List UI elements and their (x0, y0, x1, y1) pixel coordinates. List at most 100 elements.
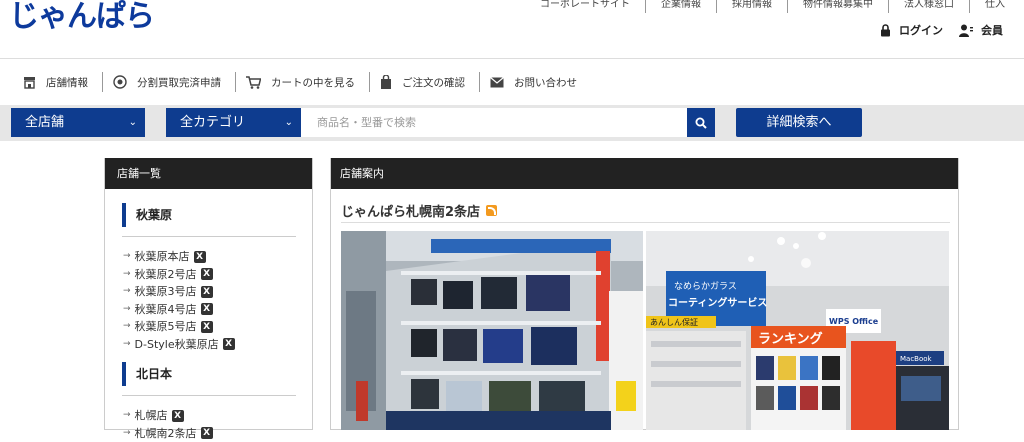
region-divider (122, 236, 296, 237)
x-icon[interactable]: X (194, 251, 206, 263)
region-divider (122, 395, 296, 396)
store-name[interactable]: 札幌南2条店 (135, 425, 197, 442)
store-name[interactable]: 秋葉原本店 (135, 248, 190, 266)
heading-divider (341, 222, 950, 223)
search-bar: 全店舗 ⌄ 全カテゴリ ⌄ 商品名・型番で検索 詳細検索へ (0, 105, 1024, 141)
nav-contact[interactable]: お問い合わせ (480, 72, 591, 92)
x-icon[interactable]: X (223, 338, 235, 350)
store-link[interactable]: →D-Style秋葉原店 X (123, 336, 312, 354)
x-icon[interactable]: X (201, 268, 213, 280)
arrow-right-icon: → (123, 283, 131, 301)
site-logo[interactable]: じゃんぱら (9, 0, 154, 34)
store-name[interactable]: 札幌店 (135, 407, 168, 425)
store-list: →札幌店 X →札幌南2条店 X (123, 407, 312, 442)
sign-warranty: あんしん保証 (650, 317, 698, 327)
login-label: ログイン (899, 22, 943, 38)
member-label: 会員 (981, 22, 1003, 38)
store-icon (23, 76, 36, 89)
store-link[interactable]: →秋葉原2号店 X (123, 266, 312, 284)
store-link[interactable]: →秋葉原本店 X (123, 248, 312, 266)
sign-wps-office: WPS Office (829, 317, 879, 326)
store-heading-text: じゃんぱら札幌南2条店 (341, 201, 480, 220)
header-divider (0, 58, 1024, 59)
arrow-right-icon: → (123, 318, 131, 336)
search-icon (695, 117, 707, 129)
sign-macbook: MacBook (900, 355, 933, 363)
top-link-purchase[interactable]: 仕入 (969, 0, 1020, 13)
x-icon[interactable]: X (201, 303, 213, 315)
store-name[interactable]: 秋葉原3号店 (135, 283, 197, 301)
store-photo-right: なめらかガラス コーティングサービス あんしん保証 WPS Office ランキ… (646, 231, 949, 430)
top-link-corporate[interactable]: コーポレートサイト (525, 0, 645, 13)
nav-store-info[interactable]: 店舗情報 (13, 72, 103, 92)
top-link-business[interactable]: 法人様窓口 (888, 0, 969, 13)
arrow-right-icon: → (123, 407, 131, 425)
category-select-value: 全カテゴリ (180, 115, 245, 130)
arrow-right-icon: → (123, 336, 131, 354)
store-list: →秋葉原本店X →秋葉原2号店X →秋葉原3号店X →秋葉原4号店X →秋葉原5… (123, 248, 312, 353)
store-name[interactable]: 秋葉原2号店 (135, 266, 197, 284)
advanced-search-button[interactable]: 詳細検索へ (736, 108, 862, 137)
site-header: じゃんぱら コーポレートサイト 企業情報 採用情報 物件情報募集中 法人様窓口 … (0, 0, 1024, 60)
sidebar-title: 店舗一覧 (105, 158, 312, 189)
arrow-right-icon: → (123, 301, 131, 319)
search-button[interactable] (687, 108, 715, 137)
arrow-right-icon: → (123, 248, 131, 266)
top-link-recruit[interactable]: 採用情報 (716, 0, 787, 13)
store-link[interactable]: →秋葉原3号店 X (123, 283, 312, 301)
panel-title: 店舗案内 (331, 158, 958, 189)
store-photo-laptops (341, 231, 643, 430)
category-select[interactable]: 全カテゴリ ⌄ (166, 108, 301, 137)
store-link[interactable]: →秋葉原4号店 X (123, 301, 312, 319)
store-name[interactable]: 秋葉原5号店 (135, 318, 197, 336)
search-input[interactable]: 商品名・型番で検索 (301, 108, 687, 137)
lock-icon (880, 24, 891, 37)
store-heading: じゃんぱら札幌南2条店 (341, 201, 497, 220)
store-photo-interior: なめらかガラス コーティングサービス あんしん保証 WPS Office ランキ… (646, 231, 949, 430)
chevron-down-icon: ⌄ (285, 108, 293, 137)
nav-order-check[interactable]: ご注文の確認 (370, 72, 480, 92)
mail-icon (490, 77, 504, 88)
top-link-property[interactable]: 物件情報募集中 (787, 0, 888, 13)
store-select-value: 全店舗 (25, 115, 64, 130)
store-guide-panel: 店舗案内 じゃんぱら札幌南2条店 (330, 158, 959, 430)
bag-icon (380, 75, 392, 89)
store-name[interactable]: D-Style秋葉原店 (135, 336, 219, 354)
region-heading: 北日本 (122, 362, 312, 386)
store-name[interactable]: 秋葉原4号店 (135, 301, 197, 319)
x-icon[interactable]: X (201, 286, 213, 298)
store-photo-left (341, 231, 643, 430)
x-icon[interactable]: X (201, 321, 213, 333)
x-icon[interactable]: X (201, 427, 213, 439)
region-heading: 秋葉原 (122, 203, 312, 227)
x-icon[interactable]: X (172, 410, 184, 422)
nav-cart-label: カートの中を見る (271, 75, 355, 90)
cart-icon (246, 76, 261, 89)
store-select[interactable]: 全店舗 ⌄ (11, 108, 145, 137)
sign-coating-service: コーティングサービス (668, 296, 767, 309)
corporate-links: コーポレートサイト 企業情報 採用情報 物件情報募集中 法人様窓口 仕入 (525, 0, 1020, 14)
nav-store-info-label: 店舗情報 (46, 75, 88, 90)
nav-cart[interactable]: カートの中を見る (236, 72, 370, 92)
utility-nav: 店舗情報 分割買取完済申請 カートの中を見る ご注文の確認 お問い合わせ (13, 70, 591, 94)
chevron-down-icon: ⌄ (129, 108, 137, 137)
store-list-sidebar: 店舗一覧 秋葉原 →秋葉原本店X →秋葉原2号店X →秋葉原3号店X →秋葉原4… (104, 158, 313, 430)
sign-ranking: ランキング (758, 331, 823, 347)
store-link[interactable]: →秋葉原5号店 X (123, 318, 312, 336)
member-link[interactable]: 会員 (959, 22, 1003, 38)
nav-contact-label: お問い合わせ (514, 75, 577, 90)
store-link[interactable]: →札幌店 X (123, 407, 312, 425)
circle-check-icon (113, 75, 127, 89)
user-icon (959, 24, 973, 37)
rss-icon[interactable] (486, 205, 497, 216)
login-link[interactable]: ログイン (880, 22, 943, 38)
top-link-company[interactable]: 企業情報 (645, 0, 716, 13)
account-area: ログイン 会員 (880, 22, 1019, 38)
store-link[interactable]: →札幌南2条店 X (123, 425, 312, 442)
nav-installment-label: 分割買取完済申請 (137, 75, 221, 90)
sign-glass-coating: なめらかガラス (674, 281, 737, 292)
nav-installment[interactable]: 分割買取完済申請 (103, 72, 236, 92)
arrow-right-icon: → (123, 425, 131, 442)
nav-order-check-label: ご注文の確認 (402, 75, 465, 90)
arrow-right-icon: → (123, 266, 131, 284)
